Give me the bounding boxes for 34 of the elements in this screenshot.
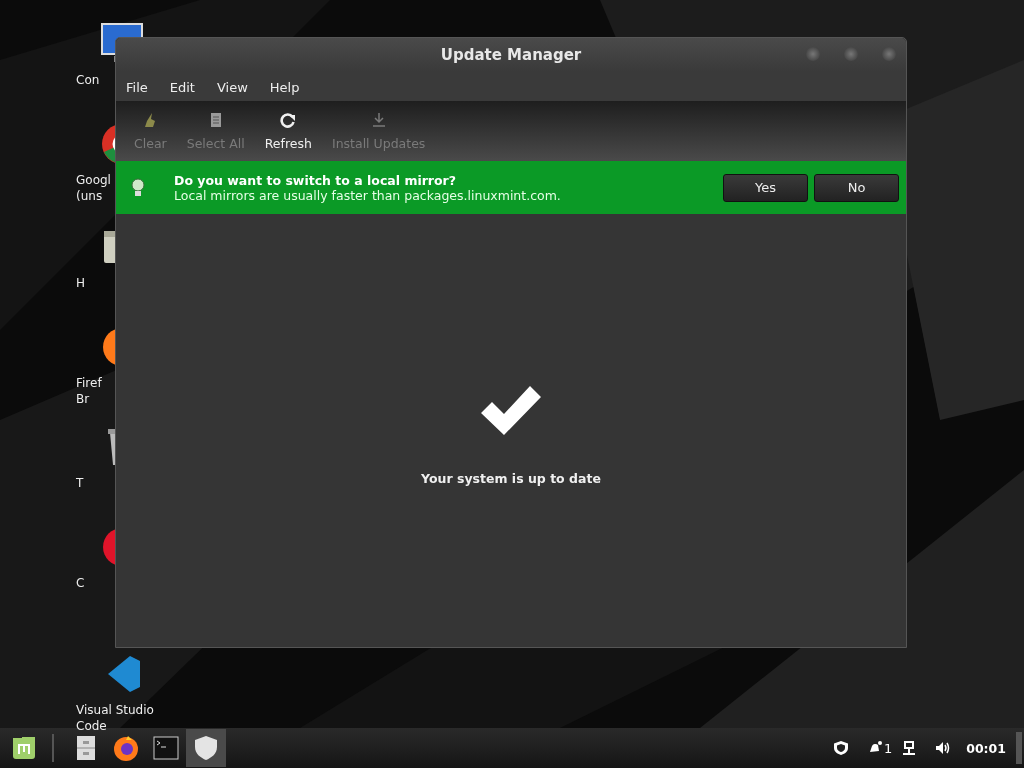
menu-item[interactable]: File <box>126 77 156 95</box>
icon-label: H <box>76 275 86 291</box>
volume-icon[interactable] <box>935 740 952 756</box>
shield-icon <box>192 734 220 762</box>
menu-item[interactable]: View <box>216 77 256 95</box>
status-text: Your system is up to date <box>421 471 601 486</box>
clock[interactable]: 00:01 <box>966 740 1006 756</box>
icon-label: T <box>76 475 84 491</box>
download-icon <box>370 111 387 128</box>
network-icon[interactable] <box>901 740 918 756</box>
icon-label: Firef <box>76 375 102 391</box>
taskbar-button[interactable] <box>186 729 226 767</box>
info-button[interactable]: No <box>814 173 899 202</box>
mint-logo-icon <box>10 734 38 762</box>
shield-icon[interactable] <box>832 740 849 756</box>
info-title: Do you want to switch to a local mirror? <box>174 172 458 188</box>
icon-label: (uns <box>76 188 103 204</box>
info-button[interactable]: Yes <box>723 173 808 202</box>
icon-label: Con <box>76 72 100 88</box>
menu-item[interactable]: Edit <box>169 77 203 95</box>
toolbar-button[interactable]: Refresh <box>256 107 320 155</box>
menu-item[interactable]: Help <box>269 77 308 95</box>
icon-label: C <box>76 575 85 591</box>
info-message: Local mirrors are usually faster than packages.linuxmint.com. <box>174 187 562 203</box>
lightbulb-icon <box>130 177 146 198</box>
icon-label: Br <box>76 391 90 407</box>
notification-button[interactable]: 1 <box>857 740 893 756</box>
icon-label: Googl <box>76 172 111 188</box>
window-title: Update Manager <box>440 45 582 64</box>
icon-label: Visual Studio <box>76 702 154 718</box>
icon-label: Code <box>76 718 107 734</box>
firefox-icon <box>112 734 140 762</box>
refresh-icon <box>280 111 297 128</box>
terminal-icon <box>152 734 180 762</box>
